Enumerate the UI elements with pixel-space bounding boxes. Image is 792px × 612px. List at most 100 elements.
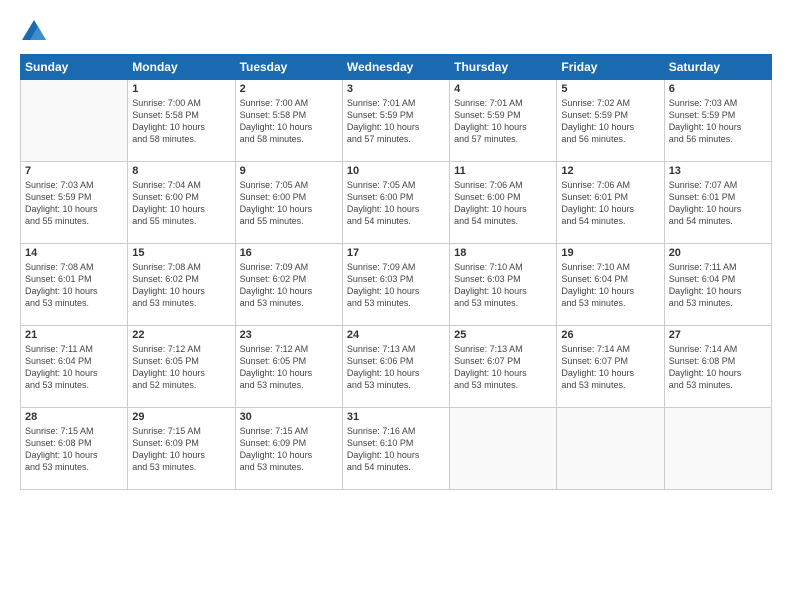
day-number: 11 bbox=[454, 165, 552, 177]
calendar-cell: 22Sunrise: 7:12 AM Sunset: 6:05 PM Dayli… bbox=[128, 326, 235, 408]
calendar-cell: 15 Sunrise: 7:08 AM Sunset: 6:02 PM Dayli… bbox=[128, 244, 235, 326]
calendar-cell: 20Sunrise: 7:11 AM Sunset: 6:04 PM Dayli… bbox=[664, 244, 771, 326]
cell-info: Sunrise: 7:05 AM Sunset: 6:00 PM Dayligh… bbox=[240, 179, 338, 228]
cell-info: Sunrise: 7:03 AM Sunset: 5:59 PM Dayligh… bbox=[669, 97, 767, 146]
day-number: 7 bbox=[25, 165, 123, 177]
calendar-cell bbox=[557, 408, 664, 490]
day-number: 3 bbox=[347, 83, 445, 95]
calendar-cell: 21 Sunrise: 7:11 AM Sunset: 6:04 PM Dayli… bbox=[21, 326, 128, 408]
cell-info: Sunrise: 7:11 AM Sunset: 6:04 PM Dayligh… bbox=[25, 343, 123, 392]
day-number: 13 bbox=[669, 165, 767, 177]
calendar-cell: 13 Sunrise: 7:07 AM Sunset: 6:01 PM Dayli… bbox=[664, 162, 771, 244]
day-number: 29 bbox=[132, 411, 230, 423]
calendar-cell: 1 Sunrise: 7:00 AM Sunset: 5:58 PM Daylig… bbox=[128, 80, 235, 162]
day-number: 17 bbox=[347, 247, 445, 259]
logo bbox=[20, 18, 50, 46]
calendar-cell: 12 Sunrise: 7:06 AM Sunset: 6:01 PM Dayli… bbox=[557, 162, 664, 244]
weekday-header: Friday bbox=[557, 55, 664, 80]
day-number: 25 bbox=[454, 329, 552, 341]
calendar-cell bbox=[664, 408, 771, 490]
day-number: 30 bbox=[240, 411, 338, 423]
calendar-week-row: 1 Sunrise: 7:00 AM Sunset: 5:58 PM Daylig… bbox=[21, 80, 772, 162]
cell-info: Sunrise: 7:13 AM Sunset: 6:06 PM Dayligh… bbox=[347, 343, 445, 392]
calendar-cell: 25 Sunrise: 7:13 AM Sunset: 6:07 PM Dayli… bbox=[450, 326, 557, 408]
calendar-week-row: 21 Sunrise: 7:11 AM Sunset: 6:04 PM Dayli… bbox=[21, 326, 772, 408]
calendar-cell: 11 Sunrise: 7:06 AM Sunset: 6:00 PM Dayli… bbox=[450, 162, 557, 244]
weekday-header: Saturday bbox=[664, 55, 771, 80]
calendar-cell: 19 Sunrise: 7:10 AM Sunset: 6:04 PM Dayli… bbox=[557, 244, 664, 326]
day-number: 21 bbox=[25, 329, 123, 341]
cell-info: Sunrise: 7:08 AM Sunset: 6:02 PM Dayligh… bbox=[132, 261, 230, 310]
calendar-cell: 10Sunrise: 7:05 AM Sunset: 6:00 PM Dayli… bbox=[342, 162, 449, 244]
calendar-cell: 28 Sunrise: 7:15 AM Sunset: 6:08 PM Dayli… bbox=[21, 408, 128, 490]
day-number: 12 bbox=[561, 165, 659, 177]
day-number: 6 bbox=[669, 83, 767, 95]
calendar-cell: 17 Sunrise: 7:09 AM Sunset: 6:03 PM Dayli… bbox=[342, 244, 449, 326]
cell-info: Sunrise: 7:02 AM Sunset: 5:59 PM Dayligh… bbox=[561, 97, 659, 146]
day-number: 18 bbox=[454, 247, 552, 259]
day-number: 15 bbox=[132, 247, 230, 259]
weekday-header: Tuesday bbox=[235, 55, 342, 80]
cell-info: Sunrise: 7:09 AM Sunset: 6:03 PM Dayligh… bbox=[347, 261, 445, 310]
calendar-cell: 8 Sunrise: 7:04 AM Sunset: 6:00 PM Daylig… bbox=[128, 162, 235, 244]
calendar-cell: 14 Sunrise: 7:08 AM Sunset: 6:01 PM Dayli… bbox=[21, 244, 128, 326]
calendar-cell: 23Sunrise: 7:12 AM Sunset: 6:05 PM Dayli… bbox=[235, 326, 342, 408]
cell-info: Sunrise: 7:16 AM Sunset: 6:10 PM Dayligh… bbox=[347, 425, 445, 474]
cell-info: Sunrise: 7:04 AM Sunset: 6:00 PM Dayligh… bbox=[132, 179, 230, 228]
calendar-cell: 5 Sunrise: 7:02 AM Sunset: 5:59 PM Daylig… bbox=[557, 80, 664, 162]
calendar-cell: 26 Sunrise: 7:14 AM Sunset: 6:07 PM Dayli… bbox=[557, 326, 664, 408]
day-number: 9 bbox=[240, 165, 338, 177]
day-number: 28 bbox=[25, 411, 123, 423]
calendar-table: SundayMondayTuesdayWednesdayThursdayFrid… bbox=[20, 54, 772, 490]
cell-info: Sunrise: 7:09 AM Sunset: 6:02 PM Dayligh… bbox=[240, 261, 338, 310]
day-number: 5 bbox=[561, 83, 659, 95]
weekday-header: Sunday bbox=[21, 55, 128, 80]
calendar-cell: 16 Sunrise: 7:09 AM Sunset: 6:02 PM Dayli… bbox=[235, 244, 342, 326]
calendar-cell: 24 Sunrise: 7:13 AM Sunset: 6:06 PM Dayli… bbox=[342, 326, 449, 408]
cell-info: Sunrise: 7:10 AM Sunset: 6:04 PM Dayligh… bbox=[561, 261, 659, 310]
calendar-cell: 2 Sunrise: 7:00 AM Sunset: 5:58 PM Daylig… bbox=[235, 80, 342, 162]
cell-info: Sunrise: 7:01 AM Sunset: 5:59 PM Dayligh… bbox=[347, 97, 445, 146]
calendar-cell: 3 Sunrise: 7:01 AM Sunset: 5:59 PM Daylig… bbox=[342, 80, 449, 162]
day-number: 19 bbox=[561, 247, 659, 259]
weekday-header: Thursday bbox=[450, 55, 557, 80]
header bbox=[20, 18, 772, 46]
cell-info: Sunrise: 7:14 AM Sunset: 6:08 PM Dayligh… bbox=[669, 343, 767, 392]
day-number: 8 bbox=[132, 165, 230, 177]
day-number: 2 bbox=[240, 83, 338, 95]
calendar-cell: 31 Sunrise: 7:16 AM Sunset: 6:10 PM Dayli… bbox=[342, 408, 449, 490]
cell-info: Sunrise: 7:05 AM Sunset: 6:00 PM Dayligh… bbox=[347, 179, 445, 228]
weekday-header: Monday bbox=[128, 55, 235, 80]
cell-info: Sunrise: 7:14 AM Sunset: 6:07 PM Dayligh… bbox=[561, 343, 659, 392]
day-number: 14 bbox=[25, 247, 123, 259]
cell-info: Sunrise: 7:08 AM Sunset: 6:01 PM Dayligh… bbox=[25, 261, 123, 310]
calendar-cell: 6 Sunrise: 7:03 AM Sunset: 5:59 PM Daylig… bbox=[664, 80, 771, 162]
page: SundayMondayTuesdayWednesdayThursdayFrid… bbox=[0, 0, 792, 612]
day-number: 26 bbox=[561, 329, 659, 341]
calendar-cell: 9 Sunrise: 7:05 AM Sunset: 6:00 PM Daylig… bbox=[235, 162, 342, 244]
cell-info: Sunrise: 7:15 AM Sunset: 6:09 PM Dayligh… bbox=[132, 425, 230, 474]
cell-info: Sunrise: 7:15 AM Sunset: 6:09 PM Dayligh… bbox=[240, 425, 338, 474]
day-number: 31 bbox=[347, 411, 445, 423]
day-number: 1 bbox=[132, 83, 230, 95]
calendar-cell bbox=[21, 80, 128, 162]
cell-info: Sunrise: 7:07 AM Sunset: 6:01 PM Dayligh… bbox=[669, 179, 767, 228]
cell-info: Sunrise: 7:12 AM Sunset: 6:05 PM Dayligh… bbox=[132, 343, 230, 392]
calendar-week-row: 14 Sunrise: 7:08 AM Sunset: 6:01 PM Dayli… bbox=[21, 244, 772, 326]
cell-info: Sunrise: 7:06 AM Sunset: 6:01 PM Dayligh… bbox=[561, 179, 659, 228]
day-number: 16 bbox=[240, 247, 338, 259]
cell-info: Sunrise: 7:13 AM Sunset: 6:07 PM Dayligh… bbox=[454, 343, 552, 392]
day-number: 4 bbox=[454, 83, 552, 95]
logo-icon bbox=[20, 18, 48, 46]
day-number: 23 bbox=[240, 329, 338, 341]
cell-info: Sunrise: 7:11 AM Sunset: 6:04 PM Dayligh… bbox=[669, 261, 767, 310]
cell-info: Sunrise: 7:00 AM Sunset: 5:58 PM Dayligh… bbox=[240, 97, 338, 146]
cell-info: Sunrise: 7:00 AM Sunset: 5:58 PM Dayligh… bbox=[132, 97, 230, 146]
day-number: 27 bbox=[669, 329, 767, 341]
cell-info: Sunrise: 7:06 AM Sunset: 6:00 PM Dayligh… bbox=[454, 179, 552, 228]
calendar-cell: 30 Sunrise: 7:15 AM Sunset: 6:09 PM Dayli… bbox=[235, 408, 342, 490]
cell-info: Sunrise: 7:15 AM Sunset: 6:08 PM Dayligh… bbox=[25, 425, 123, 474]
calendar-week-row: 7Sunrise: 7:03 AM Sunset: 5:59 PM Daylig… bbox=[21, 162, 772, 244]
day-number: 24 bbox=[347, 329, 445, 341]
calendar-cell bbox=[450, 408, 557, 490]
